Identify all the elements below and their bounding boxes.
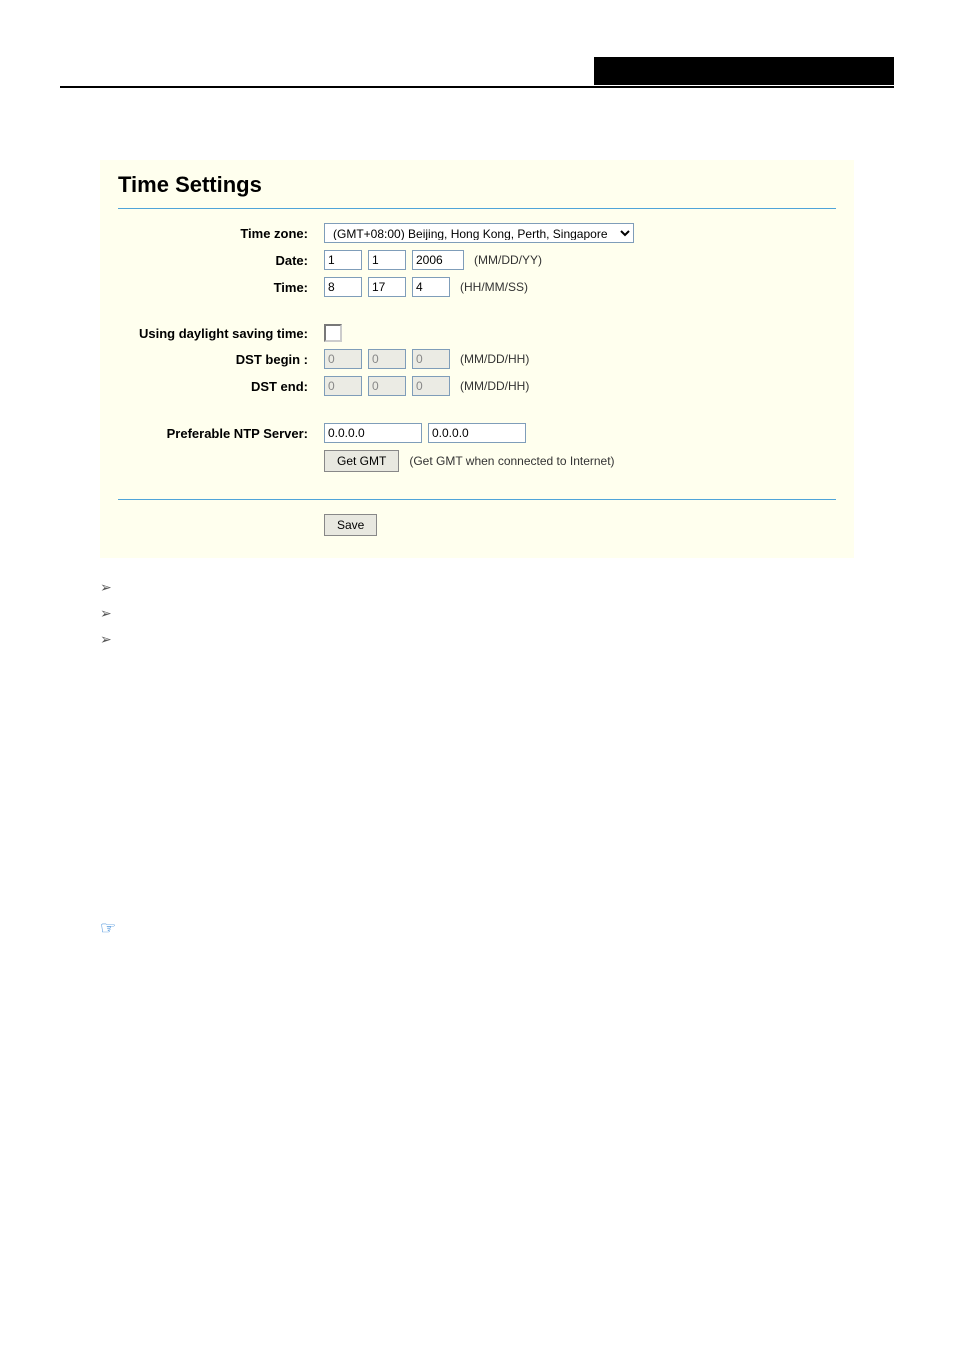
dst-begin-dd-input[interactable] bbox=[368, 349, 406, 369]
bullet-arrow-icon: ➢ bbox=[100, 578, 124, 596]
date-month-input[interactable] bbox=[324, 250, 362, 270]
dst-end-hint: (MM/DD/HH) bbox=[460, 379, 529, 393]
timezone-select[interactable]: (GMT+08:00) Beijing, Hong Kong, Perth, S… bbox=[324, 223, 634, 243]
header-rule bbox=[60, 86, 894, 88]
ntp-server-2-input[interactable] bbox=[428, 423, 526, 443]
dst-begin-hint: (MM/DD/HH) bbox=[460, 352, 529, 366]
divider bbox=[118, 499, 836, 500]
date-hint: (MM/DD/YY) bbox=[474, 253, 542, 267]
panel-title: Time Settings bbox=[118, 172, 836, 198]
get-gmt-button[interactable]: Get GMT bbox=[324, 450, 399, 472]
label-dst-end: DST end: bbox=[118, 379, 324, 394]
dst-checkbox[interactable] bbox=[324, 324, 342, 342]
label-dst-begin: DST begin : bbox=[118, 352, 324, 367]
time-hint: (HH/MM/SS) bbox=[460, 280, 528, 294]
label-dst-enable: Using daylight saving time: bbox=[118, 326, 324, 341]
bullet-arrow-icon: ➢ bbox=[100, 604, 124, 622]
note-pointer-icon: ☞ bbox=[100, 918, 124, 939]
dst-begin-mm-input[interactable] bbox=[324, 349, 362, 369]
save-button[interactable]: Save bbox=[324, 514, 377, 536]
date-day-input[interactable] bbox=[368, 250, 406, 270]
bullet-list: ➢ ➢ ➢ bbox=[100, 578, 854, 648]
time-second-input[interactable] bbox=[412, 277, 450, 297]
dst-end-mm-input[interactable] bbox=[324, 376, 362, 396]
bullet-arrow-icon: ➢ bbox=[100, 630, 124, 648]
get-gmt-hint: (Get GMT when connected to Internet) bbox=[409, 454, 614, 468]
date-year-input[interactable] bbox=[412, 250, 464, 270]
time-minute-input[interactable] bbox=[368, 277, 406, 297]
header-black-bar bbox=[594, 57, 894, 85]
label-ntp: Preferable NTP Server: bbox=[118, 426, 324, 441]
time-hour-input[interactable] bbox=[324, 277, 362, 297]
ntp-server-1-input[interactable] bbox=[324, 423, 422, 443]
dst-end-dd-input[interactable] bbox=[368, 376, 406, 396]
divider bbox=[118, 208, 836, 209]
dst-begin-hh-input[interactable] bbox=[412, 349, 450, 369]
label-date: Date: bbox=[118, 253, 324, 268]
dst-end-hh-input[interactable] bbox=[412, 376, 450, 396]
label-timezone: Time zone: bbox=[118, 226, 324, 241]
label-time: Time: bbox=[118, 280, 324, 295]
time-settings-panel: Time Settings Time zone: (GMT+08:00) Bei… bbox=[100, 160, 854, 558]
